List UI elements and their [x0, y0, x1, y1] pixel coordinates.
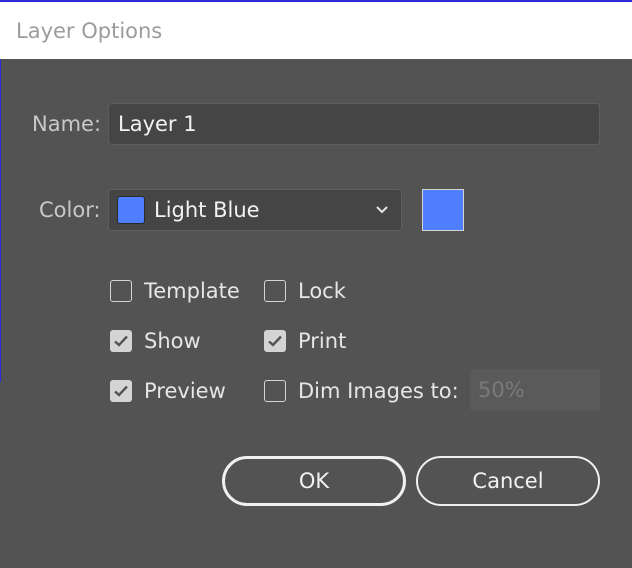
dim-images-label: Dim Images to: [298, 379, 459, 403]
dim-images-value: 50% [478, 378, 525, 402]
color-well-button[interactable] [422, 189, 464, 231]
lock-checkbox[interactable] [264, 280, 286, 302]
preview-checkbox[interactable] [110, 380, 132, 402]
layer-options-dialog: Layer Options Name: Layer 1 Color: Light… [0, 0, 632, 568]
name-input[interactable]: Layer 1 [108, 103, 600, 145]
color-swatch-icon [117, 196, 145, 224]
show-checkbox[interactable] [110, 330, 132, 352]
name-label: Name: [32, 112, 102, 136]
title-bar[interactable]: Layer Options [0, 0, 632, 59]
show-label: Show [144, 329, 201, 353]
checkmark-icon [114, 385, 128, 397]
dim-images-input[interactable]: 50% [470, 369, 600, 411]
chevron-down-icon [376, 206, 388, 214]
name-input-value: Layer 1 [118, 112, 197, 136]
dim-images-checkbox[interactable] [264, 380, 286, 402]
cancel-button[interactable]: Cancel [416, 456, 600, 506]
ok-button[interactable]: OK [222, 456, 406, 506]
window-edge [0, 59, 1, 382]
color-label: Color: [39, 198, 101, 222]
lock-option[interactable]: Lock [264, 279, 346, 303]
template-option[interactable]: Template [110, 279, 240, 303]
color-select[interactable]: Light Blue [108, 189, 402, 231]
print-label: Print [298, 329, 347, 353]
print-checkbox[interactable] [264, 330, 286, 352]
template-label: Template [144, 279, 240, 303]
color-select-value: Light Blue [154, 198, 260, 222]
checkmark-icon [268, 335, 282, 347]
preview-option[interactable]: Preview [110, 379, 226, 403]
checkmark-icon [114, 335, 128, 347]
print-option[interactable]: Print [264, 329, 346, 353]
preview-label: Preview [144, 379, 226, 403]
window-title: Layer Options [16, 19, 163, 43]
dim-images-option[interactable]: Dim Images to: [264, 379, 459, 403]
show-option[interactable]: Show [110, 329, 201, 353]
lock-label: Lock [298, 279, 346, 303]
template-checkbox[interactable] [110, 280, 132, 302]
